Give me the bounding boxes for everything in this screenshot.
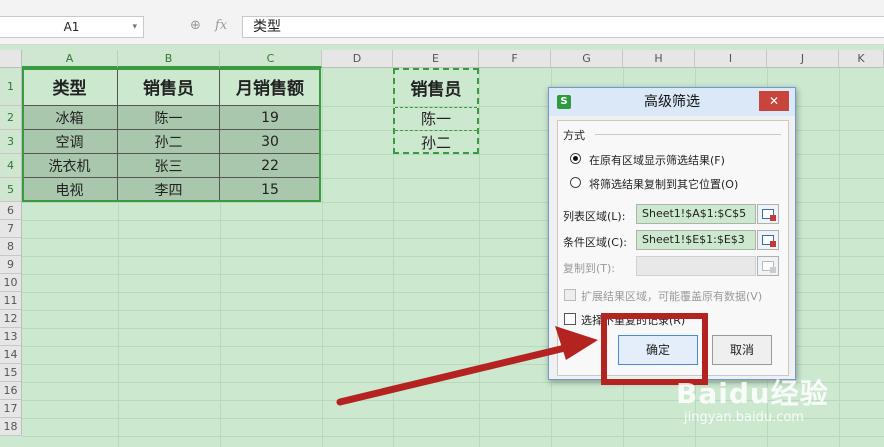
table-cell[interactable]: 空调 bbox=[22, 130, 118, 154]
table-cell[interactable]: 陈一 bbox=[118, 106, 220, 130]
row-header-1[interactable]: 1 bbox=[0, 68, 22, 106]
row-header-18[interactable]: 18 bbox=[0, 418, 22, 436]
column-header-d[interactable]: D bbox=[322, 50, 393, 68]
list-range-label: 列表区域(L): bbox=[563, 210, 626, 223]
table-cell[interactable]: 19 bbox=[220, 106, 321, 130]
table-cell[interactable]: 孙二 bbox=[118, 130, 220, 154]
zoom-icon[interactable]: ⊕ bbox=[190, 18, 201, 33]
row-header-4[interactable]: 4 bbox=[0, 154, 22, 178]
table-header-cell[interactable]: 月销售额 bbox=[220, 68, 321, 106]
criteria-cell[interactable]: 孙二 bbox=[393, 130, 479, 154]
row-header-2[interactable]: 2 bbox=[0, 106, 22, 130]
unique-records-label[interactable]: 选择不重复的记录(R) bbox=[581, 312, 685, 328]
row-header-8[interactable]: 8 bbox=[0, 238, 22, 256]
column-header-e[interactable]: E bbox=[393, 50, 479, 68]
row-header-9[interactable]: 9 bbox=[0, 256, 22, 274]
range-picker-icon[interactable] bbox=[757, 204, 779, 224]
criteria-divider bbox=[395, 130, 477, 131]
table-cell[interactable]: 李四 bbox=[118, 178, 220, 202]
row-header-15[interactable]: 15 bbox=[0, 364, 22, 382]
ok-button[interactable]: 确定 bbox=[618, 335, 698, 365]
option-copy-label[interactable]: 将筛选结果复制到其它位置(O) bbox=[589, 176, 738, 192]
range-picker-icon bbox=[757, 256, 779, 276]
column-header-c[interactable]: C bbox=[220, 50, 322, 68]
gridline bbox=[22, 436, 884, 437]
option-inplace-label[interactable]: 在原有区域显示筛选结果(F) bbox=[589, 152, 725, 168]
watermark-logo: Baidu经验 bbox=[676, 377, 829, 410]
expand-checkbox bbox=[564, 289, 576, 301]
row-header-16[interactable]: 16 bbox=[0, 382, 22, 400]
name-box[interactable]: A1 ▾ bbox=[0, 16, 144, 38]
cancel-button[interactable]: 取消 bbox=[712, 335, 772, 365]
column-header-b[interactable]: B bbox=[118, 50, 220, 68]
table-cell[interactable]: 张三 bbox=[118, 154, 220, 178]
range-picker-icon[interactable] bbox=[757, 230, 779, 250]
criteria-range-input[interactable]: Sheet1!$E$1:$E$3 bbox=[636, 230, 756, 250]
select-all-corner[interactable] bbox=[0, 50, 22, 68]
column-header-k[interactable]: K bbox=[839, 50, 884, 68]
row-header-7[interactable]: 7 bbox=[0, 220, 22, 238]
name-box-value: A1 bbox=[63, 20, 80, 34]
dropdown-icon[interactable]: ▾ bbox=[132, 17, 137, 37]
copy-to-label: 复制到(T): bbox=[563, 262, 616, 275]
gridline bbox=[839, 68, 840, 447]
section-divider bbox=[595, 134, 781, 135]
criteria-range-label: 条件区域(C): bbox=[563, 236, 627, 249]
copy-to-input bbox=[636, 256, 756, 276]
row-header-17[interactable]: 17 bbox=[0, 400, 22, 418]
formula-bar: A1 ▾ ⊕ fx 类型 bbox=[0, 0, 884, 45]
expand-label: 扩展结果区域，可能覆盖原有数据(V) bbox=[581, 290, 763, 303]
table-cell[interactable]: 15 bbox=[220, 178, 321, 202]
column-header-g[interactable]: G bbox=[551, 50, 623, 68]
fx-icon[interactable]: fx bbox=[215, 18, 227, 33]
formula-input[interactable]: 类型 bbox=[242, 16, 884, 38]
table-cell[interactable]: 电视 bbox=[22, 178, 118, 202]
radio-copy[interactable] bbox=[570, 177, 581, 188]
row-header-12[interactable]: 12 bbox=[0, 310, 22, 328]
column-header-j[interactable]: J bbox=[767, 50, 839, 68]
dialog-titlebar[interactable]: S 高级筛选 ✕ bbox=[549, 88, 795, 116]
table-header-cell[interactable]: 类型 bbox=[22, 68, 118, 106]
row-header-13[interactable]: 13 bbox=[0, 328, 22, 346]
table-cell[interactable]: 冰箱 bbox=[22, 106, 118, 130]
table-cell[interactable]: 22 bbox=[220, 154, 321, 178]
gridline bbox=[322, 68, 323, 447]
gridline bbox=[479, 68, 480, 447]
table-header-cell[interactable]: 销售员 bbox=[118, 68, 220, 106]
close-icon[interactable]: ✕ bbox=[759, 91, 789, 111]
row-header-10[interactable]: 10 bbox=[0, 274, 22, 292]
radio-inplace[interactable] bbox=[570, 153, 581, 164]
column-header-i[interactable]: I bbox=[695, 50, 767, 68]
row-header-14[interactable]: 14 bbox=[0, 346, 22, 364]
criteria-header-cell[interactable]: 销售员 bbox=[393, 68, 479, 106]
row-header-6[interactable]: 6 bbox=[0, 202, 22, 220]
column-header-f[interactable]: F bbox=[479, 50, 551, 68]
unique-records-checkbox[interactable] bbox=[564, 313, 576, 325]
list-range-input[interactable]: Sheet1!$A$1:$C$5 bbox=[636, 204, 756, 224]
table-cell[interactable]: 洗衣机 bbox=[22, 154, 118, 178]
column-header-a[interactable]: A bbox=[22, 50, 118, 68]
row-header-3[interactable]: 3 bbox=[0, 130, 22, 154]
column-header-h[interactable]: H bbox=[623, 50, 695, 68]
table-cell[interactable]: 30 bbox=[220, 130, 321, 154]
row-header-11[interactable]: 11 bbox=[0, 292, 22, 310]
criteria-cell[interactable]: 陈一 bbox=[393, 106, 479, 130]
watermark-url: jingyan.baidu.com bbox=[684, 410, 804, 425]
section-label: 方式 bbox=[563, 129, 585, 142]
criteria-divider bbox=[395, 107, 477, 108]
row-header-5[interactable]: 5 bbox=[0, 178, 22, 202]
